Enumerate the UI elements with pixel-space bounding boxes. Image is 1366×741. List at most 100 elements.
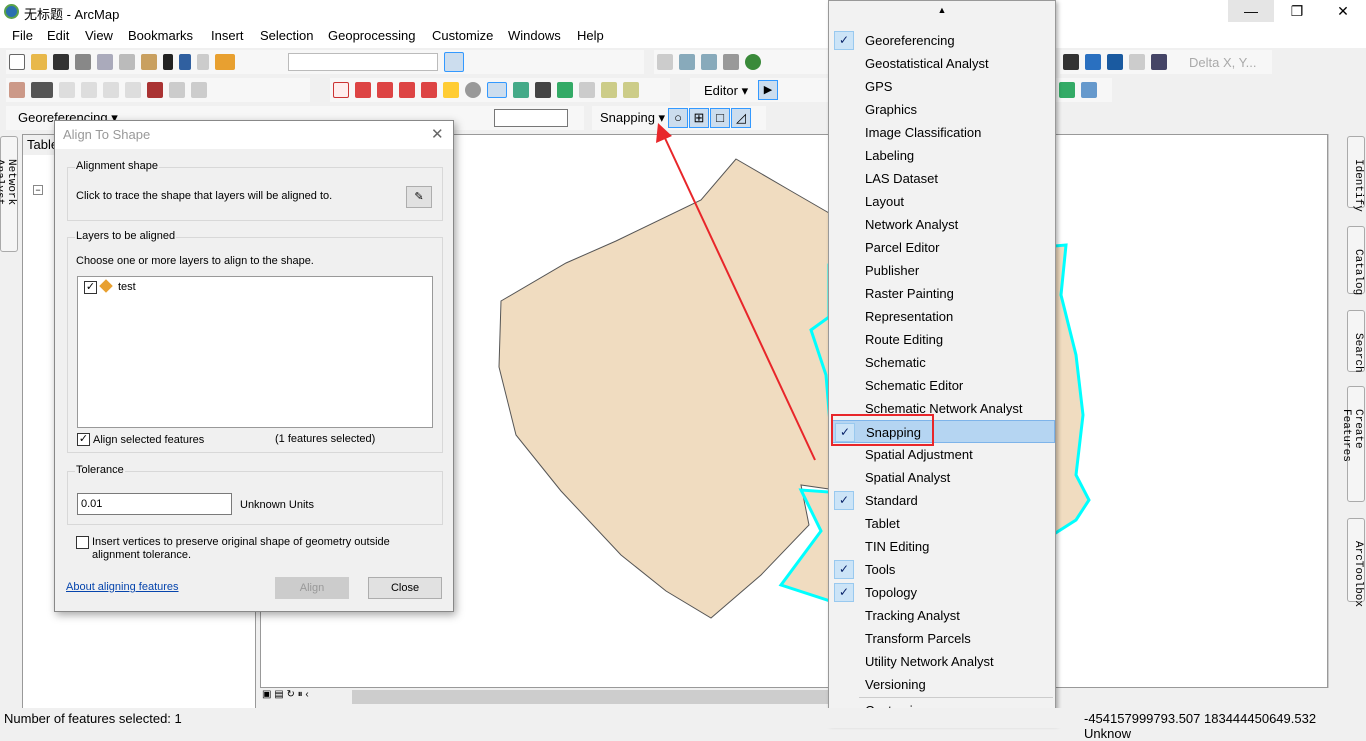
tool-icon[interactable] xyxy=(623,82,639,98)
explode-icon[interactable] xyxy=(443,82,459,98)
menu-bookmarks[interactable]: Bookmarks xyxy=(128,28,193,43)
scroll-left-icon[interactable]: ‹ xyxy=(305,689,308,700)
topology-icon[interactable] xyxy=(1059,82,1075,98)
layout-view-icon[interactable]: ▤ xyxy=(274,689,283,700)
time-icon[interactable] xyxy=(1129,54,1145,70)
about-aligning-link[interactable]: About aligning features xyxy=(66,581,179,593)
menu-view[interactable]: View xyxy=(85,28,113,43)
rotate-icon[interactable] xyxy=(513,82,529,98)
go-to-xy-icon[interactable] xyxy=(1107,54,1123,70)
time-slider-icon[interactable] xyxy=(657,54,673,70)
tool-icon[interactable] xyxy=(557,82,573,98)
menu-item-tin-editing[interactable]: TIN Editing xyxy=(831,535,1055,558)
copy-icon[interactable] xyxy=(119,54,135,70)
magnifier-icon[interactable] xyxy=(1151,54,1167,70)
restore-button[interactable]: ❐ xyxy=(1274,0,1320,22)
tool-icon[interactable] xyxy=(601,82,617,98)
minimize-button[interactable]: — xyxy=(1228,0,1274,22)
extend-icon[interactable] xyxy=(377,82,393,98)
line-icon[interactable] xyxy=(333,82,349,98)
zoom-out-icon[interactable] xyxy=(701,54,717,70)
menu-item-parcel-editor[interactable]: Parcel Editor xyxy=(831,236,1055,259)
menu-selection[interactable]: Selection xyxy=(260,28,313,43)
catalog-tab[interactable]: Catalog xyxy=(1347,226,1365,295)
identify-tab[interactable]: Identify xyxy=(1347,136,1365,212)
edit-tool-icon[interactable]: ▶ xyxy=(758,80,778,100)
add-data-icon[interactable] xyxy=(215,54,235,70)
menu-windows[interactable]: Windows xyxy=(508,28,561,43)
menu-item-utility-network-analyst[interactable]: Utility Network Analyst xyxy=(831,650,1055,673)
find-icon[interactable] xyxy=(1063,54,1079,70)
menu-customize[interactable]: Customize xyxy=(432,28,493,43)
close-button[interactable]: Close xyxy=(368,577,442,599)
undo-icon[interactable] xyxy=(179,54,191,70)
select-features-icon[interactable] xyxy=(31,82,53,98)
menu-file[interactable]: File xyxy=(12,28,33,43)
editor-dropdown[interactable]: Editor ▾ xyxy=(704,83,748,99)
menu-item-representation[interactable]: Representation xyxy=(831,305,1055,328)
redo-icon[interactable] xyxy=(197,54,209,70)
menu-item-graphics[interactable]: Graphics xyxy=(831,98,1055,121)
refresh-icon[interactable]: ↻ xyxy=(286,689,294,700)
menu-item-labeling[interactable]: Labeling xyxy=(831,144,1055,167)
menu-item-tools[interactable]: ✓ Tools xyxy=(831,558,1055,581)
insert-vertices-checkbox[interactable] xyxy=(76,536,89,549)
create-features-tab[interactable]: Create Features xyxy=(1340,386,1365,502)
cut-icon[interactable] xyxy=(97,54,113,70)
delete-icon[interactable] xyxy=(163,54,173,70)
menu-item-route-editing[interactable]: Route Editing xyxy=(831,328,1055,351)
tool-icon[interactable] xyxy=(535,82,551,98)
menu-item-spatial-adjustment[interactable]: Spatial Adjustment xyxy=(831,443,1055,466)
layer-checkbox[interactable]: ✓ xyxy=(84,281,97,294)
menu-item-tracking-analyst[interactable]: Tracking Analyst xyxy=(831,604,1055,627)
pan-icon[interactable] xyxy=(723,54,739,70)
menu-geoprocessing[interactable]: Geoprocessing xyxy=(328,28,415,43)
open-icon[interactable] xyxy=(31,54,47,70)
align-selected-checkbox[interactable]: ✓ xyxy=(77,433,90,446)
menu-item-geostatistical-analyst[interactable]: Geostatistical Analyst xyxy=(831,52,1055,75)
tool-icon[interactable] xyxy=(579,82,595,98)
editor-toolbar-icon[interactable] xyxy=(444,52,464,72)
pause-icon[interactable]: ⏸ xyxy=(298,689,303,700)
menu-item-georeferencing[interactable]: ✓ Georeferencing xyxy=(831,29,1055,52)
menu-help[interactable]: Help xyxy=(577,28,604,43)
dialog-close-icon[interactable]: ✕ xyxy=(431,125,444,143)
expand-icon[interactable]: − xyxy=(33,185,43,195)
curve-icon[interactable] xyxy=(355,82,371,98)
menu-edit[interactable]: Edit xyxy=(47,28,69,43)
attributes-icon[interactable] xyxy=(1081,82,1097,98)
menu-item-las-dataset[interactable]: LAS Dataset xyxy=(831,167,1055,190)
layer-icon[interactable] xyxy=(9,82,25,98)
network-analyst-tab[interactable]: Network Analyst xyxy=(0,136,18,252)
split-icon[interactable] xyxy=(399,82,415,98)
snapping-dropdown[interactable]: Snapping ▾ xyxy=(600,110,665,126)
edge-snapping-icon[interactable]: ◿ xyxy=(731,108,751,128)
menu-item-image-classification[interactable]: Image Classification xyxy=(831,121,1055,144)
data-view-icon[interactable]: ▣ xyxy=(262,689,271,700)
trace-shape-button[interactable]: ✎ xyxy=(406,186,432,208)
menu-item-standard[interactable]: ✓ Standard xyxy=(831,489,1055,512)
tolerance-input[interactable] xyxy=(77,493,232,515)
vertex-icon[interactable] xyxy=(147,82,163,98)
menu-item-network-analyst[interactable]: Network Analyst xyxy=(831,213,1055,236)
scale-combo[interactable] xyxy=(288,53,438,71)
menu-item-gps[interactable]: GPS xyxy=(831,75,1055,98)
align-to-shape-icon[interactable] xyxy=(487,82,507,98)
menu-item-versioning[interactable]: Versioning xyxy=(831,673,1055,696)
trim-icon[interactable] xyxy=(421,82,437,98)
end-snapping-icon[interactable]: ⊞ xyxy=(689,108,709,128)
horizontal-scrollbar[interactable] xyxy=(352,690,828,704)
arctoolbox-tab[interactable]: ArcToolbox xyxy=(1347,518,1365,607)
vertex-snapping-icon[interactable]: □ xyxy=(710,108,730,128)
generalize-icon[interactable] xyxy=(465,82,481,98)
point-snapping-icon[interactable]: ○ xyxy=(668,108,688,128)
menu-item-publisher[interactable]: Publisher xyxy=(831,259,1055,282)
print-icon[interactable] xyxy=(75,54,91,70)
menu-item-transform-parcels[interactable]: Transform Parcels xyxy=(831,627,1055,650)
menu-insert[interactable]: Insert xyxy=(211,28,244,43)
route-icon[interactable] xyxy=(1085,54,1101,70)
zoom-in-icon[interactable] xyxy=(679,54,695,70)
paste-icon[interactable] xyxy=(141,54,157,70)
save-icon[interactable] xyxy=(53,54,69,70)
menu-item-topology[interactable]: ✓ Topology xyxy=(831,581,1055,604)
